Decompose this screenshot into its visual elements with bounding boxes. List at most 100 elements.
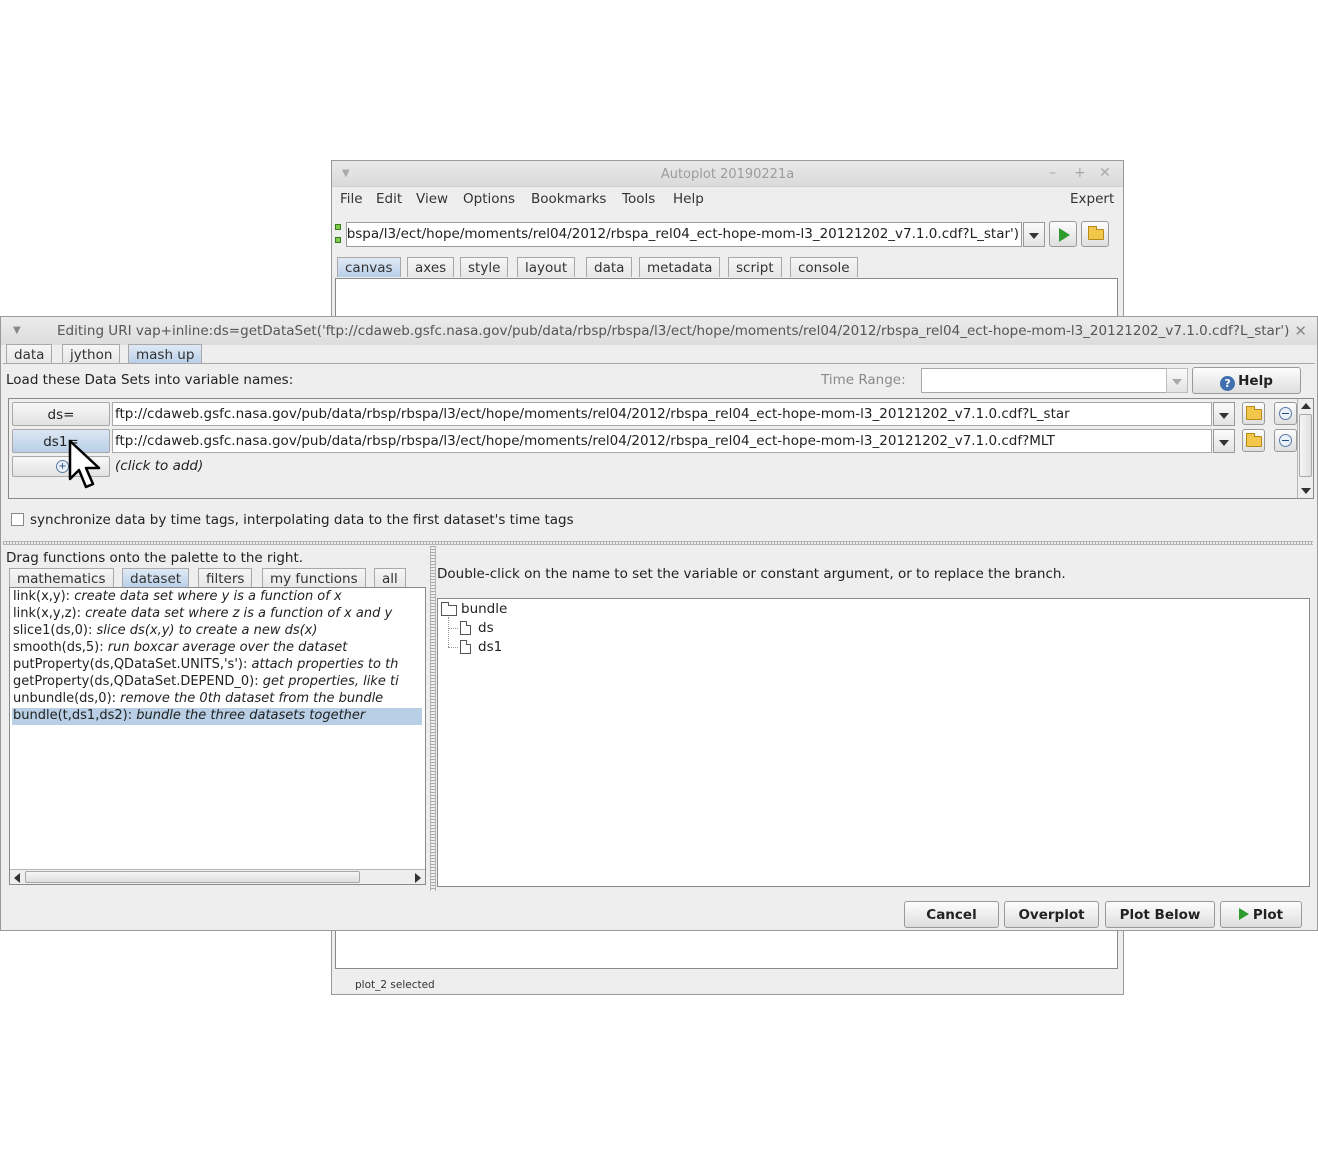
tab-axes[interactable]: axes	[407, 257, 455, 277]
time-range-input[interactable]	[921, 368, 1167, 393]
function-item[interactable]: unbundle(ds,0): remove the 0th dataset f…	[12, 691, 422, 708]
tree-connector	[448, 647, 458, 648]
uri-input[interactable]: ftp://cdaweb.gsfc.nasa.gov/pub/data/rbsp…	[346, 222, 1022, 247]
menu-bookmarks[interactable]: Bookmarks	[531, 191, 606, 207]
function-list-scrollbar[interactable]	[10, 869, 425, 884]
function-signature: bundle(t,ds1,ds2):	[13, 708, 133, 723]
var-uri-dropdown-ds1[interactable]	[1213, 429, 1235, 453]
tab-filters[interactable]: filters	[198, 568, 253, 588]
folder-icon	[441, 602, 457, 616]
menu-view[interactable]: View	[416, 191, 448, 207]
function-signature: link(x,y):	[13, 589, 71, 604]
menubar: File Edit View Options Bookmarks Tools H…	[332, 187, 1123, 211]
expression-tree[interactable]: bundle ds ds1	[437, 598, 1310, 887]
dialog-titlebar: ▼ Editing URI vap+inline:ds=getDataSet('…	[1, 317, 1317, 345]
menu-file[interactable]: File	[340, 191, 363, 207]
add-variable-hint[interactable]: (click to add)	[115, 458, 203, 474]
menu-help[interactable]: Help	[673, 191, 704, 207]
variables-scrollbar[interactable]	[1297, 399, 1313, 498]
variables-panel: ds= ftp://cdaweb.gsfc.nasa.gov/pub/data/…	[8, 398, 1314, 499]
function-description: get properties, like ti	[262, 674, 399, 689]
scroll-right-icon[interactable]	[415, 873, 421, 883]
function-item[interactable]: getProperty(ds,QDataSet.DEPEND_0): get p…	[12, 674, 422, 691]
close-icon[interactable]: ✕	[1099, 165, 1111, 181]
tab-style[interactable]: style	[460, 257, 509, 277]
minimize-icon[interactable]: –	[1049, 165, 1056, 181]
var-uri-dropdown-ds[interactable]	[1213, 402, 1235, 426]
help-button[interactable]: ? Help	[1192, 367, 1301, 394]
plot-button[interactable]: Plot	[1220, 901, 1302, 928]
tab-data[interactable]: data	[586, 257, 633, 277]
folder-icon	[1246, 406, 1262, 420]
function-item-selected[interactable]: bundle(t,ds1,ds2): bundle the three data…	[12, 708, 422, 725]
tab-data[interactable]: data	[6, 344, 53, 364]
var-browse-ds1[interactable]	[1242, 429, 1265, 452]
cancel-button[interactable]: Cancel	[904, 901, 999, 928]
var-browse-ds[interactable]	[1242, 402, 1265, 425]
function-item[interactable]: putProperty(ds,QDataSet.UNITS,'s'): atta…	[12, 657, 422, 674]
var-remove-ds1[interactable]	[1274, 429, 1297, 452]
menu-tools[interactable]: Tools	[622, 191, 655, 207]
uri-text: ftp://cdaweb.gsfc.nasa.gov/pub/data/rbsp…	[346, 226, 1019, 242]
maximize-icon[interactable]: +	[1074, 165, 1086, 181]
browse-button[interactable]	[1081, 221, 1109, 247]
dialog-close-icon[interactable]: ✕	[1294, 322, 1307, 340]
function-signature: link(x,y,z):	[13, 606, 81, 621]
menu-options[interactable]: Options	[463, 191, 515, 207]
tab-dataset[interactable]: dataset	[122, 568, 190, 588]
scroll-thumb[interactable]	[25, 871, 360, 883]
tab-mash-up[interactable]: mash up	[128, 344, 203, 364]
mouse-pointer-icon	[68, 439, 101, 489]
dialog-title: Editing URI vap+inline:ds=getDataSet('ft…	[57, 323, 1290, 339]
scroll-thumb[interactable]	[1299, 414, 1312, 477]
function-item[interactable]: slice1(ds,0): slice ds(x,y) to create a …	[12, 623, 422, 640]
scroll-down-icon[interactable]	[1301, 488, 1311, 494]
tab-mathematics[interactable]: mathematics	[9, 568, 114, 588]
function-signature: smooth(ds,5):	[13, 640, 104, 655]
function-item[interactable]: link(x,y,z): create data set where z is …	[12, 606, 422, 623]
tab-console[interactable]: console	[790, 257, 858, 277]
dialog-menu-icon[interactable]: ▼	[13, 325, 21, 336]
var-uri-ds[interactable]: ftp://cdaweb.gsfc.nasa.gov/pub/data/rbsp…	[112, 402, 1212, 426]
tab-script[interactable]: script	[728, 257, 782, 277]
tree-node-label: ds	[478, 620, 494, 636]
tab-my-functions[interactable]: my functions	[262, 568, 366, 588]
play-icon	[1059, 228, 1070, 242]
function-description: create data set where y is a function of…	[74, 589, 342, 604]
plot-below-button[interactable]: Plot Below	[1105, 901, 1215, 928]
tab-jython[interactable]: jython	[62, 344, 121, 364]
function-signature: slice1(ds,0):	[13, 623, 93, 638]
menu-edit[interactable]: Edit	[376, 191, 402, 207]
var-remove-ds[interactable]	[1274, 402, 1297, 425]
scroll-left-icon[interactable]	[14, 873, 20, 883]
uri-row: ftp://cdaweb.gsfc.nasa.gov/pub/data/rbsp…	[335, 221, 1121, 249]
function-description: run boxcar average over the dataset	[107, 640, 348, 655]
function-description: attach properties to th	[251, 657, 399, 672]
var-uri-ds1[interactable]: ftp://cdaweb.gsfc.nasa.gov/pub/data/rbsp…	[112, 429, 1212, 453]
folder-icon	[1246, 433, 1262, 447]
function-item[interactable]: smooth(ds,5): run boxcar average over th…	[12, 640, 422, 657]
expert-toggle[interactable]: Expert	[1070, 191, 1114, 207]
tree-connector	[448, 628, 458, 629]
var-name-ds[interactable]: ds=	[12, 402, 110, 426]
functions-pane: Drag functions onto the palette to the r…	[3, 546, 429, 891]
tab-all[interactable]: all	[374, 568, 406, 588]
horizontal-splitter[interactable]	[3, 541, 1313, 545]
tab-metadata[interactable]: metadata	[639, 257, 721, 277]
overplot-button[interactable]: Overplot	[1004, 901, 1099, 928]
folder-icon	[1088, 226, 1104, 240]
palette-pane: Double-click on the name to set the vari…	[436, 546, 1314, 891]
plot-button-label: Plot	[1252, 907, 1284, 923]
function-item[interactable]: link(x,y): create data set where y is a …	[12, 589, 422, 606]
go-button[interactable]	[1049, 221, 1077, 247]
uri-history-dropdown[interactable]	[1023, 222, 1045, 247]
sync-label[interactable]: synchronize data by time tags, interpola…	[30, 512, 574, 528]
tab-layout[interactable]: layout	[517, 257, 576, 277]
tab-canvas[interactable]: canvas	[337, 257, 401, 277]
sync-checkbox[interactable]	[11, 513, 24, 526]
palette-hint: Double-click on the name to set the vari…	[437, 566, 1066, 582]
file-icon	[460, 640, 471, 654]
edit-uri-dialog: ▼ Editing URI vap+inline:ds=getDataSet('…	[0, 316, 1318, 931]
scroll-up-icon[interactable]	[1301, 403, 1311, 409]
time-range-dropdown[interactable]	[1166, 368, 1188, 393]
